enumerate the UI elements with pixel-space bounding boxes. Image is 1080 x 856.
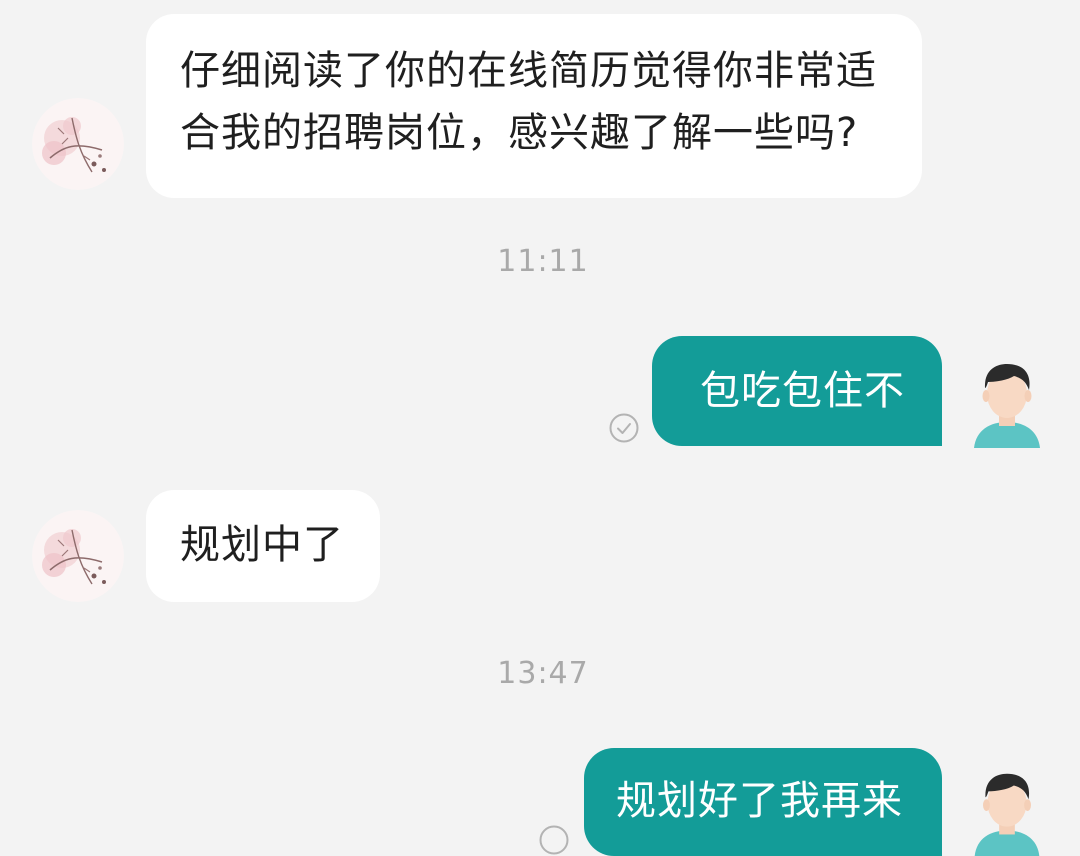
man-avatar-icon xyxy=(974,773,1040,856)
plum-blossom-avatar-icon xyxy=(32,510,124,602)
message-timestamp: 11:11 xyxy=(497,244,589,279)
read-check-icon xyxy=(608,412,640,444)
message-text: 规划好了我再来 xyxy=(616,778,903,824)
man-avatar-icon xyxy=(974,364,1040,448)
message-timestamp: 13:47 xyxy=(497,656,589,691)
recruiter-avatar[interactable] xyxy=(32,98,124,190)
chat-window: 仔细阅读了你的在线简历觉得你非常适 合我的招聘岗位，感兴趣了解一些吗? 11:1… xyxy=(0,0,1080,856)
message-bubble-incoming[interactable]: 规划中了 xyxy=(146,490,380,602)
message-text: 包吃包住不 xyxy=(700,368,905,414)
message-line: 仔细阅读了你的在线简历觉得你非常适 xyxy=(180,48,877,94)
message-text: 规划中了 xyxy=(180,522,344,568)
recruiter-avatar[interactable] xyxy=(32,510,124,602)
my-avatar[interactable] xyxy=(966,352,1048,448)
unread-circle-icon xyxy=(538,824,570,856)
message-bubble-incoming[interactable]: 仔细阅读了你的在线简历觉得你非常适 合我的招聘岗位，感兴趣了解一些吗? xyxy=(146,14,922,198)
my-avatar[interactable] xyxy=(966,762,1048,856)
plum-blossom-avatar-icon xyxy=(32,98,124,190)
message-line: 合我的招聘岗位，感兴趣了解一些吗? xyxy=(180,110,859,156)
message-bubble-outgoing[interactable]: 规划好了我再来 xyxy=(584,748,942,856)
message-bubble-outgoing[interactable]: 包吃包住不 xyxy=(652,336,942,446)
